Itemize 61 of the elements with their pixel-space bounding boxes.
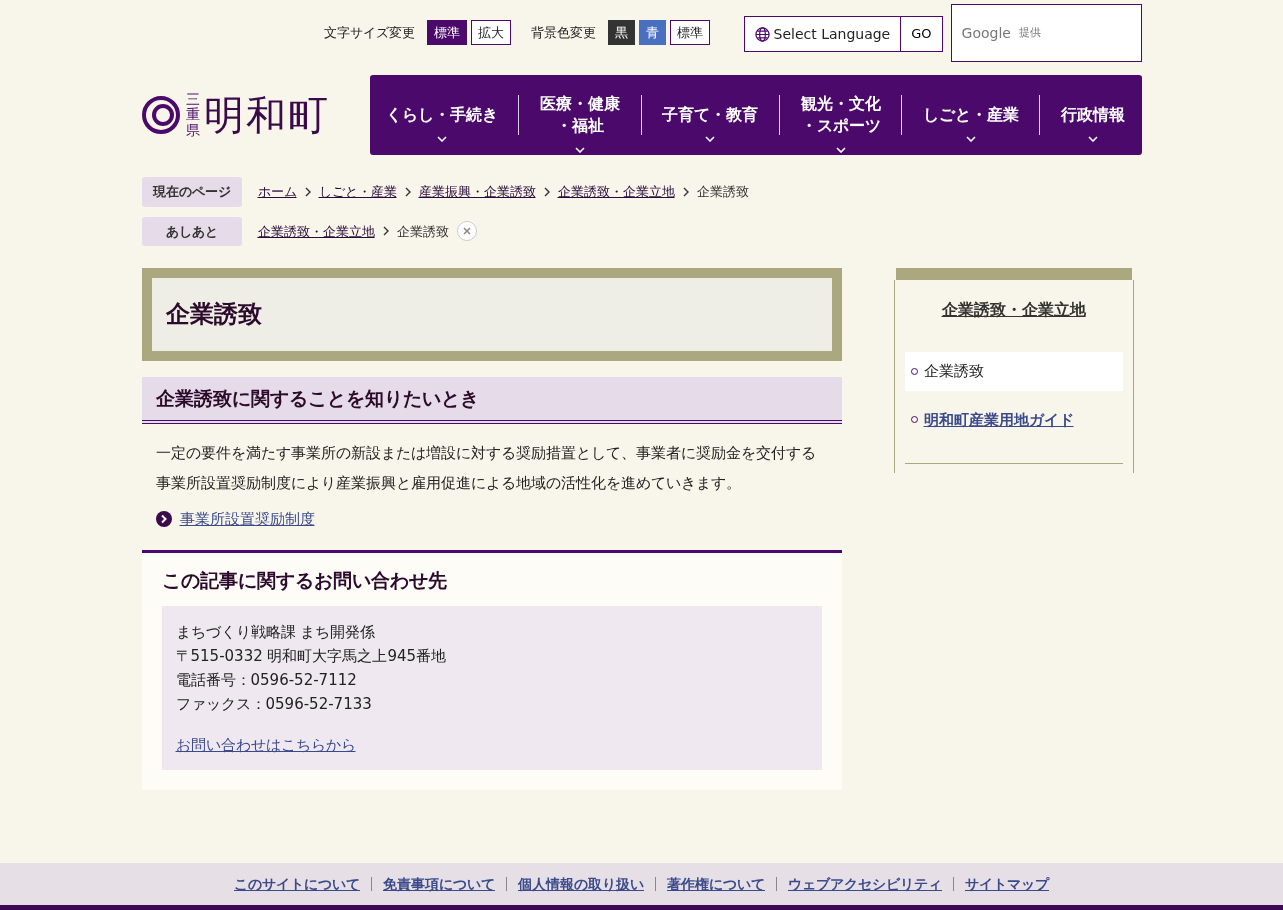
background-color-button[interactable]: 青 (638, 20, 666, 45)
font-size-button[interactable]: 拡大 (470, 20, 511, 45)
nav-menu-item[interactable]: しごと・産業 (910, 104, 1031, 126)
font-size-button[interactable]: 標準 (426, 20, 467, 45)
chevron-icon (1088, 136, 1099, 142)
contact-line: まちづくり戦略課 まち開発係 (175, 621, 377, 643)
body-paragraph: 一定の要件を満たす事業所の新設または増設に対する奨励措置として、事業者に奨励金を交付する事業所設置奨励制度により産業振興と雇用促進による地域の活性化を進めていきます。 (154, 442, 817, 494)
section-heading: 企業誘致に関することを知りたいとき (141, 376, 842, 424)
close-button[interactable] (456, 221, 477, 242)
breadcrumb-current: 企業誘致 (396, 222, 449, 241)
nav-menu-item[interactable]: 子育て・教育 (650, 104, 771, 126)
footer-link[interactable]: サイトマップ (965, 873, 1049, 895)
contact-link[interactable]: お問い合わせはこちらから (175, 733, 356, 757)
contact-line: 電話番号：0596-52-7112 (175, 669, 358, 691)
search-field[interactable]: Google 提供 (950, 4, 1142, 62)
nav-menu-item[interactable]: 行政情報 (1049, 104, 1138, 126)
chevron-icon (543, 186, 550, 197)
footer-link[interactable]: 著作権について (667, 873, 765, 895)
breadcrumb-link[interactable]: 企業誘致・企業立地 (557, 182, 675, 202)
chevron-icon (404, 186, 411, 197)
breadcrumb-link[interactable]: 産業振興・企業誘致 (418, 182, 536, 202)
nav-menu-item[interactable]: 観光・文化 ・スポーツ (788, 93, 893, 137)
contact-title: この記事に関するお問い合わせ先 (161, 569, 448, 592)
nav-menu-item[interactable]: 医療・健康 ・福祉 (528, 93, 633, 137)
footer-link[interactable]: 免責事項について (383, 873, 495, 895)
document-link[interactable]: 事業所設置奨励制度 (179, 507, 315, 531)
history-label: あしあと (141, 216, 242, 246)
contact-line: ファックス：0596-52-7133 (175, 693, 373, 715)
chevron-circle-icon (155, 510, 172, 527)
google-label: Google (961, 23, 1011, 43)
sidebar-item[interactable]: 企業誘致 (904, 352, 1123, 391)
nav-menu-item[interactable]: くらし・手続き (373, 104, 510, 126)
chevron-icon (304, 186, 311, 197)
breadcrumb-link[interactable]: ホーム (257, 182, 297, 202)
breadcrumb-link[interactable]: 企業誘致・企業立地 (257, 221, 375, 241)
font-size-label: 文字サイズ変更 (323, 23, 415, 42)
chevron-icon (575, 147, 586, 153)
chevron-icon (382, 226, 389, 237)
sidebar-title: 企業誘致・企業立地 (940, 299, 1087, 321)
breadcrumb-link[interactable]: しごと・産業 (318, 182, 397, 202)
chevron-icon (705, 136, 716, 142)
logo-icon (141, 96, 180, 134)
town-name: 明和町 (203, 91, 330, 140)
prefecture-name: 三重県 (185, 91, 200, 139)
background-color-button[interactable]: 標準 (669, 20, 710, 45)
page-title: 企業誘致 (165, 300, 263, 329)
footer-link[interactable]: このサイトについて (234, 873, 360, 895)
breadcrumb-current: 企業誘致 (696, 183, 749, 201)
chevron-icon (835, 147, 846, 153)
footer-link[interactable]: ウェブアクセシビリティ (788, 873, 942, 895)
close-icon (462, 227, 471, 236)
sidebar-item[interactable]: 明和町産業用地ガイド (904, 400, 1123, 439)
contact-line: 〒515-0332 明和町大字馬之上945番地 (175, 645, 448, 667)
chevron-icon (965, 136, 976, 142)
provided-label: 提供 (1018, 24, 1041, 41)
chevron-icon (436, 136, 447, 142)
footer-link[interactable]: 個人情報の取り扱い (518, 873, 644, 895)
background-color-button[interactable]: 黒 (607, 20, 635, 45)
background-color-label: 背景色変更 (530, 23, 596, 42)
chevron-icon (682, 186, 689, 197)
breadcrumb-label: 現在のページ (141, 177, 242, 207)
